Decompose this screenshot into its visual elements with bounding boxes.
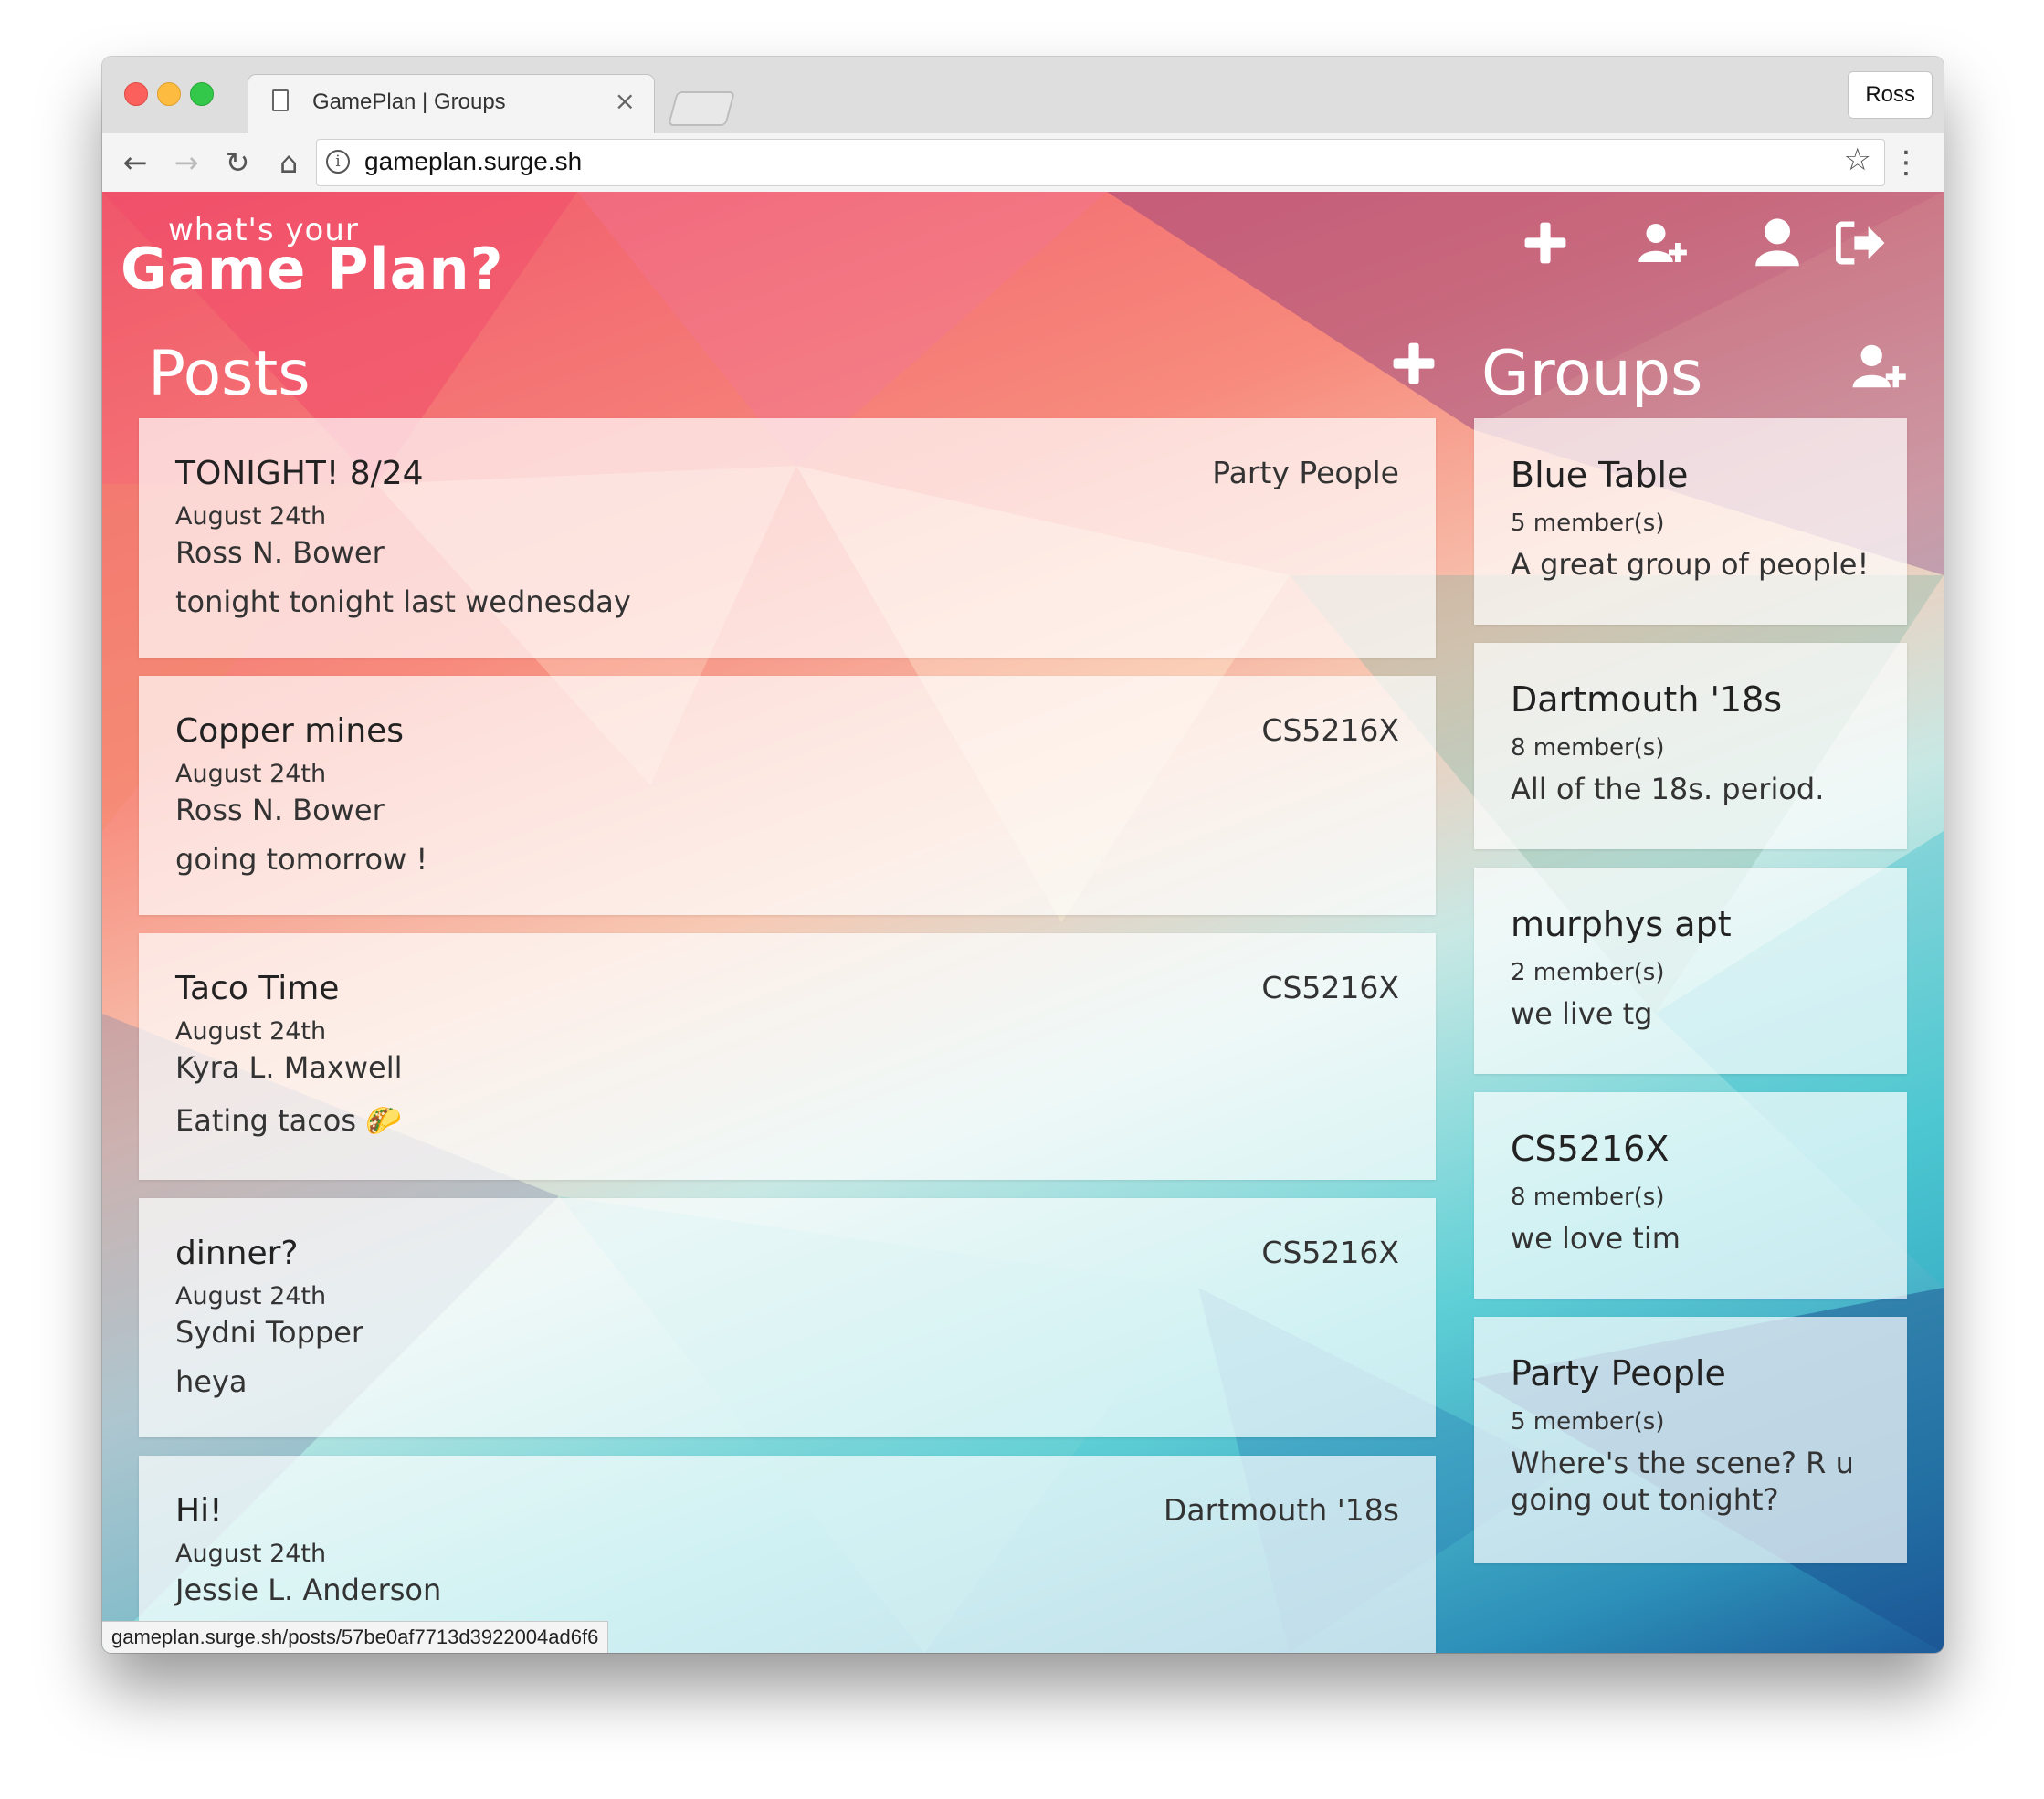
group-name: Blue Table bbox=[1511, 455, 1689, 495]
post-group-link[interactable]: CS5216X bbox=[1261, 970, 1399, 1005]
post-group-link[interactable]: Dartmouth '18s bbox=[1164, 1492, 1399, 1528]
post-date: August 24th bbox=[175, 1017, 327, 1046]
group-description: we live tg bbox=[1511, 996, 1653, 1031]
tab-close-icon[interactable]: × bbox=[615, 86, 636, 116]
gameplan-logo[interactable]: what's your Game Plan? bbox=[121, 210, 522, 302]
group-card[interactable]: CS5216X 8 member(s) we love tim bbox=[1474, 1092, 1907, 1299]
group-name: Dartmouth '18s bbox=[1511, 679, 1783, 720]
group-description: All of the 18s. period. bbox=[1511, 772, 1825, 806]
bookmark-star-icon[interactable]: ☆ bbox=[1844, 142, 1871, 178]
page-icon bbox=[272, 89, 289, 111]
post-title: Copper mines bbox=[175, 712, 405, 750]
sign-out-icon[interactable] bbox=[1835, 217, 1887, 268]
group-member-count: 8 member(s) bbox=[1511, 1184, 1665, 1211]
group-description: Where's the scene? R u going out tonight… bbox=[1511, 1446, 1854, 1517]
post-date: August 24th bbox=[175, 1282, 327, 1310]
post-title: dinner? bbox=[175, 1235, 299, 1272]
plus-icon[interactable] bbox=[1520, 217, 1571, 268]
reload-icon[interactable]: ↻ bbox=[219, 141, 256, 184]
browser-window: GamePlan | Groups × Ross ← → ↻ ⌂ i gamep… bbox=[102, 57, 1944, 1653]
group-name: murphys apt bbox=[1511, 904, 1732, 944]
minimize-window-button[interactable] bbox=[157, 82, 181, 106]
browser-menu-icon[interactable]: ⋮ bbox=[1891, 142, 1922, 183]
post-author: Kyra L. Maxwell bbox=[175, 1050, 403, 1085]
post-author: Sydni Topper bbox=[175, 1315, 364, 1350]
add-group-user-icon[interactable] bbox=[1850, 342, 1907, 391]
tab-title: GamePlan | Groups bbox=[312, 89, 506, 114]
groups-heading: Groups bbox=[1481, 338, 1703, 410]
browser-tab[interactable]: GamePlan | Groups × bbox=[248, 75, 654, 133]
post-title: Hi! bbox=[175, 1492, 223, 1530]
group-name: Party People bbox=[1511, 1353, 1726, 1394]
info-icon[interactable]: i bbox=[326, 150, 350, 174]
group-name: CS5216X bbox=[1511, 1129, 1670, 1169]
profile-button[interactable]: Ross bbox=[1848, 71, 1933, 119]
group-card[interactable]: Blue Table 5 member(s) A great group of … bbox=[1474, 418, 1907, 625]
add-user-icon[interactable] bbox=[1637, 217, 1688, 268]
address-bar[interactable]: i gameplan.surge.sh ☆ bbox=[316, 139, 1885, 186]
post-body: going tomorrow ! bbox=[175, 842, 428, 877]
posts-heading: Posts bbox=[148, 338, 311, 410]
post-card[interactable]: dinner? CS5216X August 24th Sydni Topper… bbox=[139, 1198, 1436, 1437]
group-member-count: 5 member(s) bbox=[1511, 510, 1665, 537]
home-icon[interactable]: ⌂ bbox=[270, 141, 307, 184]
post-card[interactable]: TONIGHT! 8/24 Party People August 24th R… bbox=[139, 418, 1436, 658]
post-group-link[interactable]: CS5216X bbox=[1261, 712, 1399, 748]
user-icon[interactable] bbox=[1752, 217, 1803, 268]
forward-arrow-icon[interactable]: → bbox=[168, 141, 205, 184]
page-content: what's your Game Plan? Posts Groups TONI… bbox=[102, 192, 1944, 1653]
group-description: A great group of people! bbox=[1511, 547, 1870, 582]
post-body: heya bbox=[175, 1364, 248, 1399]
post-author: Ross N. Bower bbox=[175, 793, 385, 827]
group-card[interactable]: Dartmouth '18s 8 member(s) All of the 18… bbox=[1474, 643, 1907, 849]
url-text: gameplan.surge.sh bbox=[364, 147, 583, 175]
post-date: August 24th bbox=[175, 760, 327, 788]
post-body: Eating tacos 🌮 bbox=[175, 1103, 403, 1138]
add-post-plus-icon[interactable] bbox=[1388, 338, 1439, 389]
tab-strip: GamePlan | Groups × Ross bbox=[102, 57, 1944, 133]
group-card[interactable]: murphys apt 2 member(s) we live tg bbox=[1474, 868, 1907, 1074]
maximize-window-button[interactable] bbox=[190, 82, 214, 106]
post-author: Jessie L. Anderson bbox=[175, 1573, 442, 1607]
post-date: August 24th bbox=[175, 502, 327, 531]
post-title: Taco Time bbox=[175, 970, 340, 1007]
group-member-count: 2 member(s) bbox=[1511, 959, 1665, 986]
post-group-link[interactable]: Party People bbox=[1212, 455, 1399, 490]
group-description: we love tim bbox=[1511, 1221, 1681, 1256]
back-arrow-icon[interactable]: ← bbox=[117, 141, 153, 184]
logo-title: Game Plan? bbox=[121, 236, 504, 302]
post-date: August 24th bbox=[175, 1540, 327, 1568]
group-member-count: 8 member(s) bbox=[1511, 734, 1665, 762]
new-tab-button[interactable] bbox=[667, 91, 736, 126]
post-group-link[interactable]: CS5216X bbox=[1261, 1235, 1399, 1270]
post-body: tonight tonight last wednesday bbox=[175, 584, 631, 619]
post-card[interactable]: Copper mines CS5216X August 24th Ross N.… bbox=[139, 676, 1436, 915]
post-card[interactable]: Taco Time CS5216X August 24th Kyra L. Ma… bbox=[139, 933, 1436, 1180]
group-card[interactable]: Party People 5 member(s) Where's the sce… bbox=[1474, 1317, 1907, 1563]
status-bar-url: gameplan.surge.sh/posts/57be0af7713d3922… bbox=[102, 1621, 609, 1653]
browser-toolbar: ← → ↻ ⌂ i gameplan.surge.sh ☆ ⋮ bbox=[102, 133, 1944, 193]
group-member-count: 5 member(s) bbox=[1511, 1408, 1665, 1436]
post-title: TONIGHT! 8/24 bbox=[175, 455, 424, 492]
post-author: Ross N. Bower bbox=[175, 535, 385, 570]
close-window-button[interactable] bbox=[124, 82, 148, 106]
